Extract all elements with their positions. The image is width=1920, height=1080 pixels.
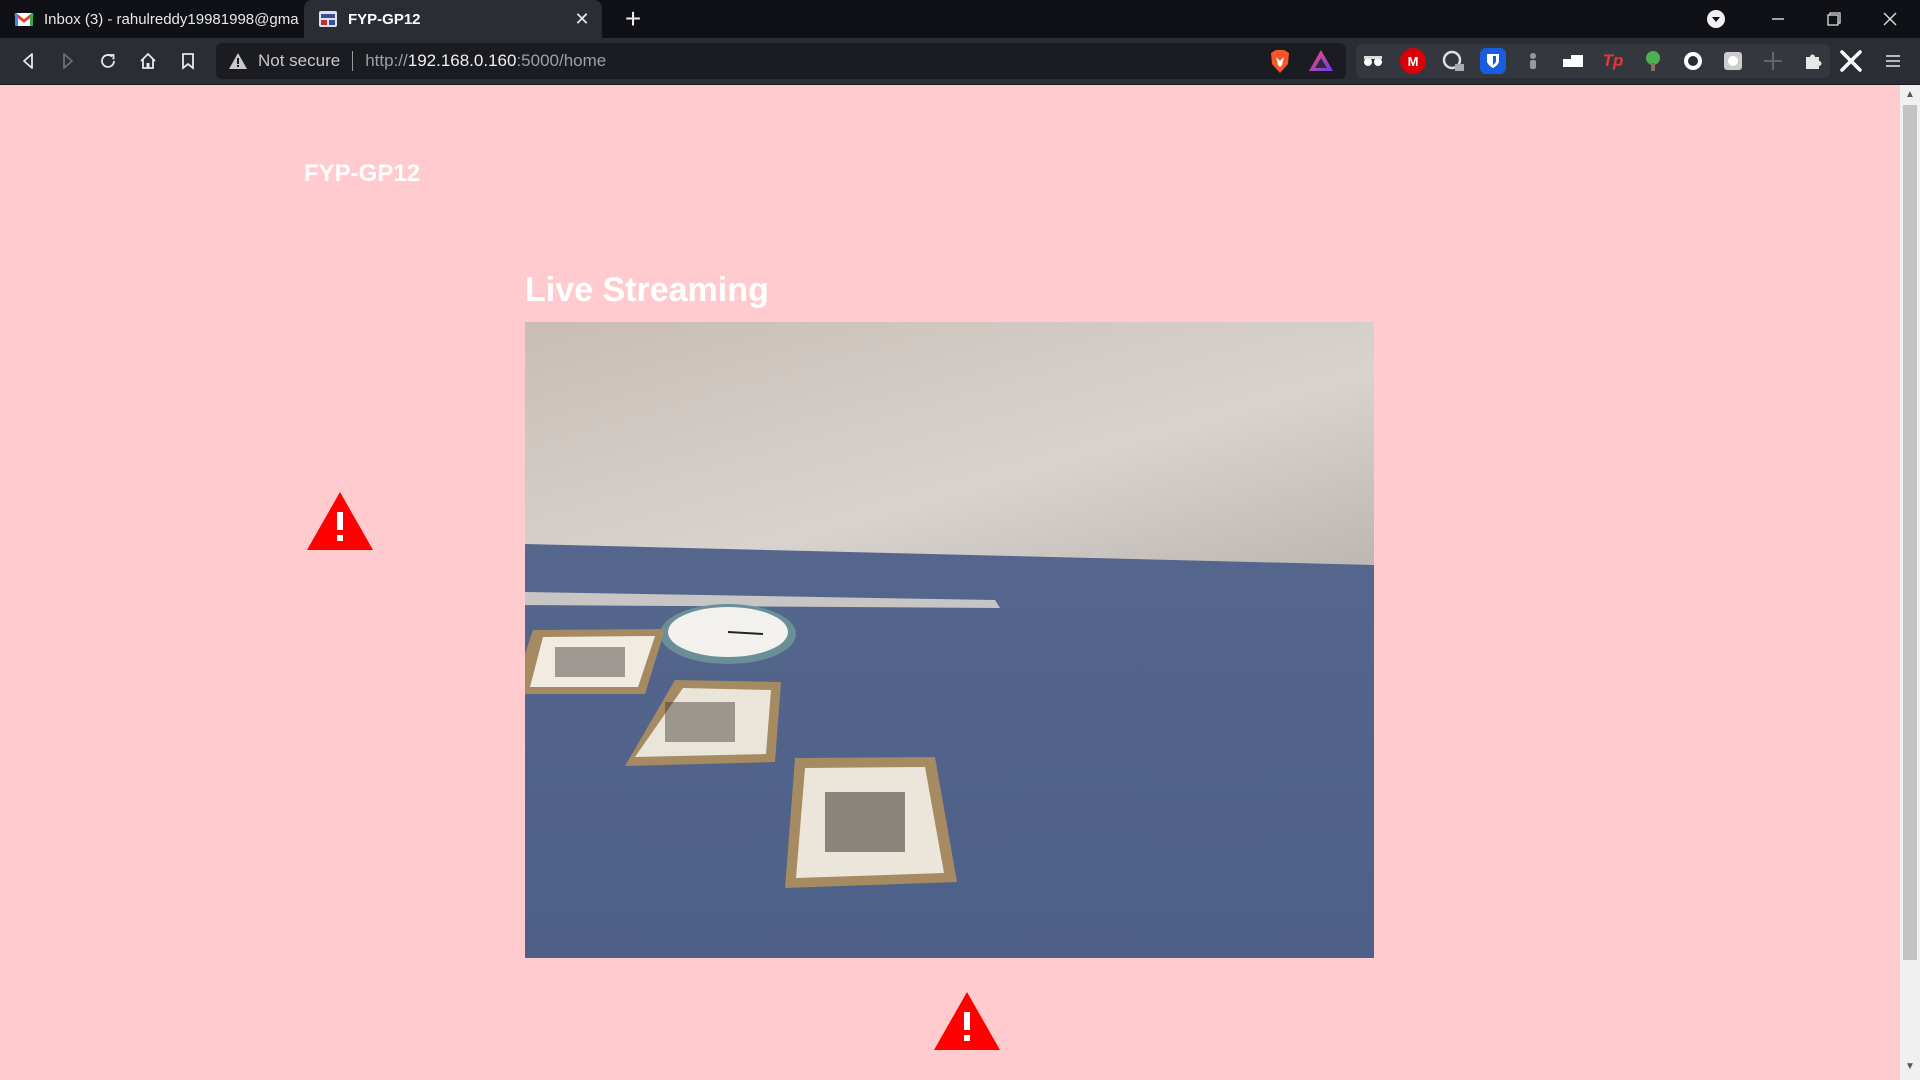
forward-button[interactable] xyxy=(53,46,83,76)
circle-icon[interactable] xyxy=(1680,48,1706,74)
close-window-button[interactable] xyxy=(1862,0,1918,38)
video-frame xyxy=(525,322,1374,958)
stream-heading: Live Streaming xyxy=(525,271,769,309)
tab-inbox[interactable]: Inbox (3) - rahulreddy19981998@gma xyxy=(0,0,302,38)
alert-warning-icon xyxy=(932,990,1002,1057)
menu-icon[interactable] xyxy=(1880,48,1906,74)
url-separator xyxy=(352,51,354,71)
back-button[interactable] xyxy=(13,46,43,76)
tree-icon[interactable] xyxy=(1640,48,1666,74)
bookmark-button[interactable] xyxy=(173,46,203,76)
url-scheme: http:// xyxy=(365,51,408,70)
live-stream-video[interactable] xyxy=(525,322,1374,958)
tab-title: Inbox (3) - rahulreddy19981998@gma xyxy=(44,10,299,28)
home-button[interactable] xyxy=(133,46,163,76)
url-text[interactable]: http://192.168.0.160:5000/home xyxy=(365,51,606,71)
x-icon[interactable] xyxy=(1838,48,1864,74)
security-label[interactable]: Not secure xyxy=(258,51,340,71)
url-host: 192.168.0.160 xyxy=(407,51,517,70)
page-viewport: FYP-GP12 Live Streaming xyxy=(0,85,1900,1080)
square-icon[interactable] xyxy=(1720,48,1746,74)
brave-rewards-icon[interactable] xyxy=(1308,49,1334,73)
figure-icon[interactable] xyxy=(1520,48,1546,74)
site-title[interactable]: FYP-GP12 xyxy=(304,160,420,188)
address-bar[interactable]: Not secure http://192.168.0.160:5000/hom… xyxy=(216,43,1346,79)
scroll-up-arrow-icon[interactable]: ▲ xyxy=(1900,86,1920,104)
tp-icon[interactable]: Tp xyxy=(1600,48,1626,74)
alert-warning-icon xyxy=(305,490,375,557)
bitwarden-icon[interactable] xyxy=(1480,48,1506,74)
minimize-button[interactable] xyxy=(1750,0,1806,38)
tab-fyp-gp12[interactable]: FYP-GP12 ✕ xyxy=(304,0,602,38)
new-tab-button[interactable]: + xyxy=(618,4,648,34)
scroll-down-arrow-icon[interactable]: ▼ xyxy=(1900,1058,1920,1076)
brave-shields-icon[interactable] xyxy=(1268,49,1292,75)
tab-title: FYP-GP12 xyxy=(348,10,421,28)
tab-search-icon[interactable] xyxy=(1706,9,1726,29)
url-path: :5000/home xyxy=(516,51,607,70)
mega-icon[interactable]: M xyxy=(1400,48,1426,74)
extensions-area xyxy=(1356,44,1830,78)
puzzle-icon[interactable] xyxy=(1800,48,1826,74)
warning-icon xyxy=(229,53,247,69)
close-tab-icon[interactable]: ✕ xyxy=(572,9,592,30)
scroll-thumb[interactable] xyxy=(1903,105,1917,960)
gauge-icon[interactable] xyxy=(1440,48,1466,74)
reload-button[interactable] xyxy=(93,46,123,76)
site-favicon xyxy=(319,11,337,27)
restore-button[interactable] xyxy=(1806,0,1862,38)
crosshair-icon[interactable] xyxy=(1760,48,1786,74)
switch-icon[interactable] xyxy=(1560,48,1586,74)
spy-icon[interactable] xyxy=(1360,48,1386,74)
gmail-icon xyxy=(14,12,34,26)
